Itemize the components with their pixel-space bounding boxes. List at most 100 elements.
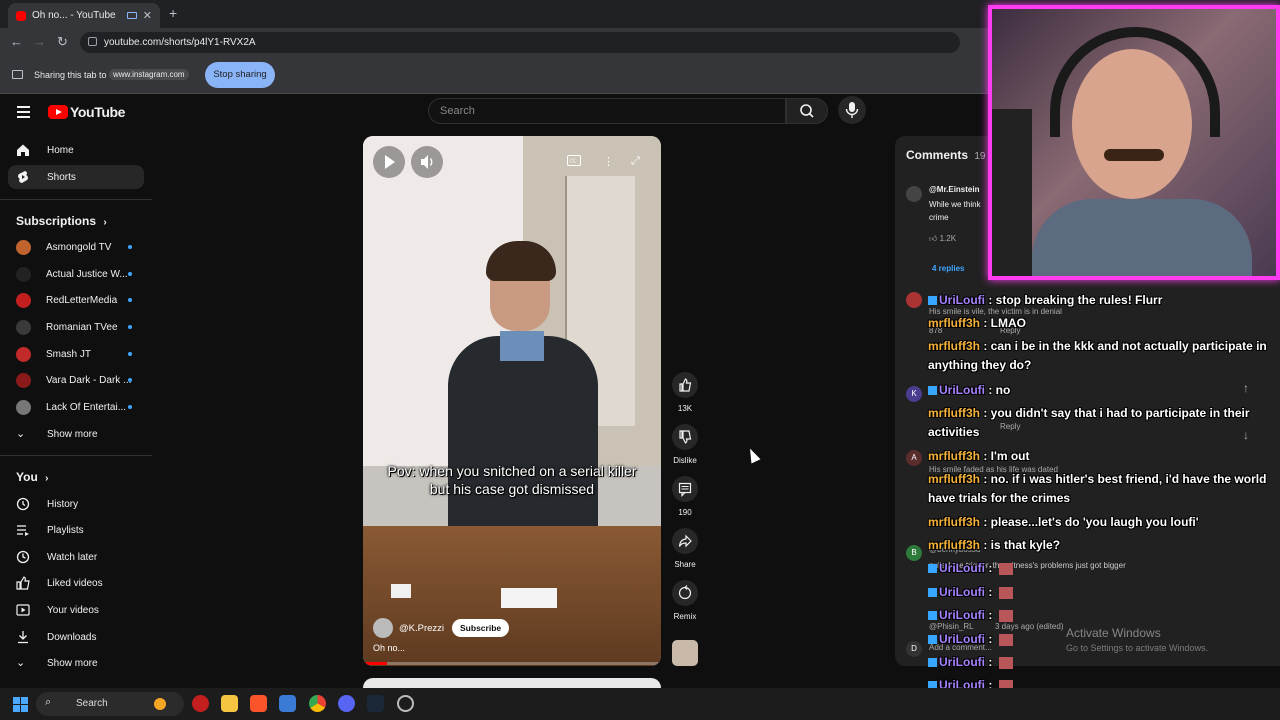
remix-icon	[678, 585, 692, 600]
sidebar-item-subscription[interactable]: Lack Of Entertai...	[8, 395, 144, 419]
like-button[interactable]: 13K	[672, 372, 698, 413]
commenter-avatar[interactable]: K	[906, 386, 922, 402]
chat-username: UriLoufi	[939, 585, 985, 599]
show-more-subscriptions[interactable]: ⌄ Show more	[8, 422, 144, 446]
chat-emote-icon	[998, 562, 1013, 575]
back-icon[interactable]: ←	[10, 34, 23, 49]
sidebar-item-liked-videos[interactable]: Liked videos	[8, 571, 144, 595]
chat-username: mrfluff3h	[928, 339, 980, 353]
windows-start-icon[interactable]	[13, 697, 28, 712]
sidebar-item-subscription[interactable]: Asmongold TV	[8, 235, 144, 259]
subscriptions-heading[interactable]: Subscriptions ›	[16, 214, 107, 228]
play-button[interactable]	[373, 146, 405, 178]
volume-button[interactable]	[411, 146, 443, 178]
sidebar-divider	[0, 455, 152, 456]
sidebar-item-history[interactable]: History	[8, 492, 144, 516]
youtube-logo[interactable]: YouTube	[48, 104, 125, 120]
sidebar-item-watch-later[interactable]: Watch later	[8, 545, 144, 569]
voice-search-button[interactable]	[838, 96, 866, 124]
chat-message: mrfluff3h : LMAO	[928, 314, 1270, 333]
chat-message: mrfluff3h : please...let's do 'you laugh…	[928, 513, 1270, 532]
forward-icon[interactable]: →	[33, 34, 46, 49]
sidebar-item-your-videos[interactable]: Your videos	[8, 598, 144, 622]
sidebar-item-home[interactable]: Home	[8, 138, 144, 162]
channel-name[interactable]: @K.Prezzi	[399, 623, 444, 634]
sidebar-item-playlists[interactable]: Playlists	[8, 518, 144, 542]
browser-tab[interactable]: Oh no... - YouTube ✕	[8, 3, 160, 28]
video-progress-bar[interactable]	[363, 662, 661, 665]
sidebar-item-subscription[interactable]: Romanian TVee	[8, 315, 144, 339]
comments-button[interactable]: 190	[672, 476, 698, 517]
store-icon[interactable]	[279, 695, 296, 712]
chat-message: UriLoufi : no	[928, 381, 1270, 400]
next-short-preview[interactable]	[363, 678, 661, 688]
audio-source-thumbnail[interactable]	[672, 640, 698, 666]
url-field[interactable]: youtube.com/shorts/p4lY1-RVX2A	[80, 32, 960, 53]
chrome-icon[interactable]	[309, 695, 326, 712]
commenter-avatar[interactable]: A	[906, 450, 922, 466]
share-button[interactable]: Share	[672, 528, 698, 569]
chat-username: mrfluff3h	[928, 515, 980, 529]
webcam-person-mustache	[1104, 149, 1164, 161]
sidebar-item-subscription[interactable]: Actual Justice W...	[8, 262, 144, 286]
search-input[interactable]: Search	[428, 98, 786, 124]
sidebar-item-subscription[interactable]: RedLetterMedia	[8, 288, 144, 312]
chat-text: :	[985, 655, 996, 669]
reload-icon[interactable]: ↻	[57, 34, 68, 50]
comments-title: Comments 19	[906, 148, 986, 162]
channel-avatar	[16, 239, 31, 255]
new-tab-button[interactable]: +	[169, 5, 177, 21]
site-info-icon[interactable]	[88, 37, 97, 46]
video-frame-paper	[501, 588, 557, 608]
obs-icon[interactable]	[397, 695, 414, 712]
svg-text:CC: CC	[569, 159, 577, 165]
commenter-avatar[interactable]	[906, 186, 922, 202]
subscribe-button[interactable]: Subscribe	[452, 619, 510, 637]
sidebar-item-downloads[interactable]: Downloads	[8, 625, 144, 649]
remix-label: Remix	[673, 612, 697, 621]
thumbs-up-icon	[679, 378, 692, 392]
commenter-avatar[interactable]	[906, 292, 922, 308]
windows-taskbar: ⌕ Search	[0, 688, 1280, 720]
commenter-avatar[interactable]: B	[906, 545, 922, 561]
taskbar-search[interactable]: ⌕ Search	[36, 692, 184, 716]
remix-button[interactable]: Remix	[672, 580, 698, 621]
sidebar-item-subscription[interactable]: Vara Dark - Dark ...	[8, 368, 144, 392]
home-icon	[17, 144, 29, 156]
more-options-icon[interactable]: ⋮	[603, 155, 614, 168]
microphone-object	[992, 109, 1032, 276]
chat-username: mrfluff3h	[928, 472, 980, 486]
view-replies-button[interactable]: 4 replies	[932, 264, 964, 273]
close-tab-icon[interactable]: ✕	[143, 9, 152, 22]
app-icon[interactable]	[192, 695, 209, 712]
show-more-you[interactable]: ⌄ Show more	[8, 651, 144, 675]
new-content-dot	[128, 325, 132, 329]
sharing-label: Sharing this tab to	[34, 70, 107, 80]
captions-icon[interactable]: CC	[567, 155, 581, 169]
you-heading[interactable]: You ›	[16, 470, 48, 484]
menu-icon[interactable]	[17, 106, 30, 121]
discord-icon[interactable]	[338, 695, 355, 712]
chat-text: : please...let's do 'you laugh you loufi…	[980, 515, 1199, 529]
fullscreen-icon[interactable]: ⤢	[631, 155, 640, 168]
chat-username: mrfluff3h	[928, 449, 980, 463]
comment-text: While we think	[929, 200, 981, 209]
share-label: Share	[674, 560, 696, 569]
stop-sharing-button[interactable]: Stop sharing	[205, 62, 275, 88]
sidebar-item-subscription[interactable]: Smash JT	[8, 342, 144, 366]
sidebar-item-shorts[interactable]: Shorts	[8, 165, 144, 189]
comment-author[interactable]: @Mr.Einstein	[929, 185, 979, 194]
chat-text: :	[985, 608, 996, 622]
steam-icon[interactable]	[367, 695, 384, 712]
comment-like-button[interactable]: 👍︎ 1.2K	[929, 234, 956, 244]
search-button[interactable]	[786, 98, 828, 124]
chat-text: :	[985, 632, 996, 646]
short-title[interactable]: Oh no...	[373, 643, 405, 653]
shorts-video-player[interactable]: Pov: when you snitched on a serial kille…	[363, 136, 661, 666]
dislike-button[interactable]: Dislike	[672, 424, 698, 465]
file-explorer-icon[interactable]	[221, 695, 238, 712]
new-content-dot	[128, 245, 132, 249]
brave-browser-icon[interactable]	[250, 695, 267, 712]
channel-avatar[interactable]	[373, 618, 393, 638]
chat-badge-icon	[928, 386, 937, 396]
